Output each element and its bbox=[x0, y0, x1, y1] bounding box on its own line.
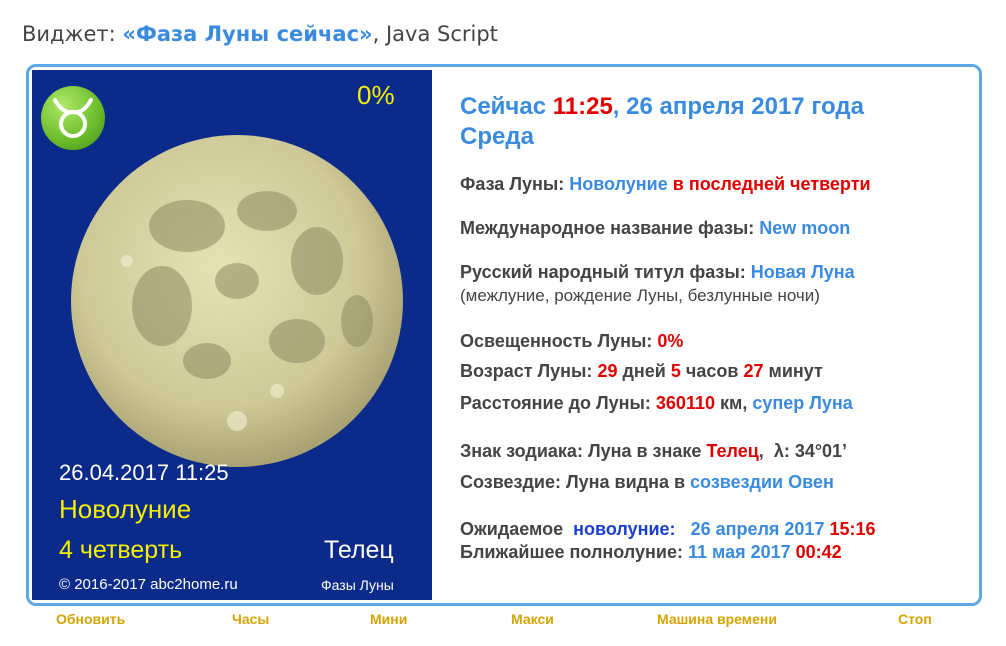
distance-row: Расстояние до Луны: 360110 км, супер Лун… bbox=[460, 393, 853, 414]
zodiac-sign-label: Телец bbox=[324, 536, 394, 564]
illum-label: Освещенность Луны: bbox=[460, 331, 653, 351]
russian-title-note: (межлуние, рождение Луны, безлунные ночи… bbox=[460, 286, 820, 305]
constel-label: Созвездие: Луна видна в bbox=[460, 472, 686, 492]
rus-label: Русский народный титул фазы: bbox=[460, 262, 746, 282]
next-full-moon-row: Ближайшее полнолуние: 11 мая 2017 00:42 bbox=[460, 542, 842, 563]
illumination-row: Освещенность Луны: 0% bbox=[460, 331, 683, 352]
stop-button[interactable]: Стоп bbox=[898, 611, 932, 627]
expected-event: новолуние: bbox=[573, 519, 676, 539]
illumination-percent: 0% bbox=[357, 80, 395, 110]
expected-new-moon-row: Ожидаемое новолуние: 26 апреля 2017 15:1… bbox=[460, 519, 876, 540]
phase-label: Фаза Луны: bbox=[460, 174, 565, 194]
current-time-heading: Сейчас 11:25, 26 апреля 2017 года Среда bbox=[460, 92, 864, 152]
constellation-row: Созвездие: Луна видна в созвездии Овен bbox=[460, 472, 834, 493]
current-datetime: 26.04.2017 11:25 bbox=[59, 460, 229, 485]
moon-panel: 0% 26.04.2017 11:25 Новолуние 4 четверть… bbox=[32, 70, 432, 600]
info-panel: Сейчас 11:25, 26 апреля 2017 года Среда … bbox=[460, 70, 970, 600]
age-minutes-word: минут bbox=[768, 361, 823, 381]
refresh-button[interactable]: Обновить bbox=[56, 611, 125, 627]
maxi-button[interactable]: Макси bbox=[511, 611, 554, 627]
page-title: Виджет: «Фаза Луны сейчас», Java Script bbox=[22, 22, 498, 46]
rus-value: Новая Луна bbox=[750, 262, 855, 282]
intl-value: New moon bbox=[759, 218, 851, 238]
age-hours: 5 bbox=[670, 361, 681, 381]
intl-name-row: Международное название фазы: New moon bbox=[460, 218, 850, 239]
quarter-label: 4 четверть bbox=[59, 536, 183, 564]
age-hours-word: часов bbox=[685, 361, 739, 381]
dist-note: супер Луна bbox=[752, 393, 853, 413]
expected-time: 15:16 bbox=[829, 519, 876, 539]
illum-value: 0% bbox=[657, 331, 684, 351]
dist-value: 360110 bbox=[655, 393, 715, 413]
age-days: 29 bbox=[597, 361, 618, 381]
dist-unit: км, bbox=[720, 393, 748, 413]
page-title-prefix: Виджет: bbox=[22, 22, 116, 46]
expected-date: 26 апреля 2017 bbox=[690, 519, 825, 539]
zodiac-value: Телец bbox=[706, 441, 759, 461]
page-title-suffix: , Java Script bbox=[372, 22, 498, 46]
now-label: Сейчас bbox=[460, 93, 547, 120]
time-machine-button[interactable]: Машина времени bbox=[657, 611, 777, 627]
phase-value: Новолуние bbox=[569, 174, 668, 194]
age-label: Возраст Луны: bbox=[460, 361, 593, 381]
full-date: 11 мая 2017 bbox=[687, 542, 791, 562]
mini-button[interactable]: Мини bbox=[370, 611, 407, 627]
age-days-word: дней bbox=[622, 361, 666, 381]
full-label: Ближайшее полнолуние: bbox=[460, 542, 683, 562]
moon-image bbox=[67, 131, 407, 471]
copyright-link[interactable]: © 2016-2017 abc2home.ru bbox=[59, 576, 238, 593]
now-time: 11:25 bbox=[552, 93, 613, 120]
phase-detail: в последней четверти bbox=[672, 174, 871, 194]
age-row: Возраст Луны: 29 дней 5 часов 27 минут bbox=[460, 361, 823, 382]
russian-title-row: Русский народный титул фазы: Новая Луна bbox=[460, 262, 855, 283]
taurus-icon bbox=[41, 86, 105, 150]
full-time: 00:42 bbox=[795, 542, 842, 562]
moon-widget: 0% 26.04.2017 11:25 Новолуние 4 четверть… bbox=[26, 64, 982, 606]
zodiac-row: Знак зодиака: Луна в знаке Телец, λ: 34°… bbox=[460, 441, 848, 461]
weekday: Среда bbox=[460, 123, 534, 150]
expected-label: Ожидаемое bbox=[460, 519, 564, 539]
zodiac-lambda: λ: 34°01’ bbox=[773, 441, 848, 461]
dist-label: Расстояние до Луны: bbox=[460, 393, 651, 413]
moon-phases-link[interactable]: Фазы Луны bbox=[321, 577, 394, 593]
phase-row: Фаза Луны: Новолуние в последней четверт… bbox=[460, 174, 871, 195]
clock-button[interactable]: Часы bbox=[232, 611, 269, 627]
now-date: , 26 апреля 2017 года bbox=[612, 93, 864, 120]
constel-value: созвездии Овен bbox=[690, 472, 834, 492]
widget-name-link[interactable]: «Фаза Луны сейчас» bbox=[122, 22, 372, 46]
intl-label: Международное название фазы: bbox=[460, 218, 755, 238]
age-minutes: 27 bbox=[743, 361, 764, 381]
phase-name: Новолуние bbox=[59, 494, 192, 524]
zodiac-label: Знак зодиака: Луна в знаке bbox=[460, 441, 702, 461]
